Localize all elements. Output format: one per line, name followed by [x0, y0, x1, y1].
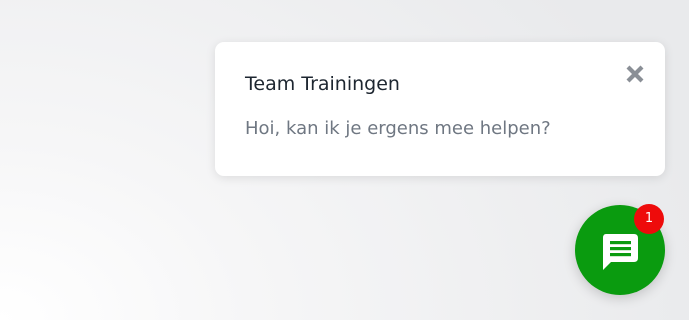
chat-bubble-icon: [600, 231, 640, 271]
close-button[interactable]: [623, 62, 647, 86]
popup-title: Team Trainingen: [245, 73, 400, 95]
popup-message: Hoi, kan ik je ergens mee helpen?: [245, 118, 551, 139]
notification-badge: 1: [634, 204, 664, 234]
chat-popup[interactable]: Team Trainingen Hoi, kan ik je ergens me…: [215, 42, 665, 176]
close-icon: [623, 62, 647, 86]
